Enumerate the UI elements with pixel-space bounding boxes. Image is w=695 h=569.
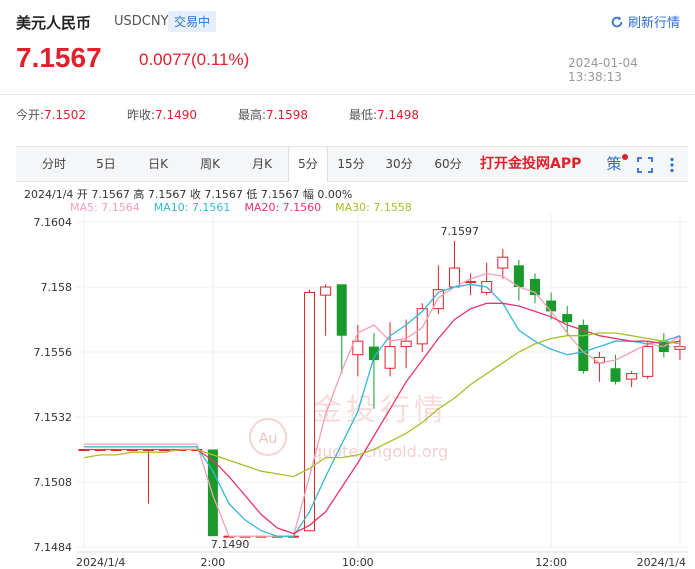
x-tick-label: 2024/1/4: [76, 556, 125, 569]
y-tick-label: 7.158: [41, 281, 73, 294]
candle-body: [562, 314, 573, 323]
candle-body: [513, 265, 524, 287]
candle-body: [448, 267, 460, 288]
candle-body: [400, 340, 412, 348]
candle-body: [384, 346, 396, 369]
y-tick-label: 7.1556: [34, 346, 73, 359]
kline-chart[interactable]: Au金投行情quote.cngold.org7.16047.1587.15567…: [0, 0, 695, 569]
min-price-label: 7.1490: [211, 538, 250, 551]
candle-body: [497, 256, 509, 269]
candle-body: [642, 346, 654, 377]
x-tick-label: 10:00: [342, 556, 374, 569]
candle-body: [546, 300, 557, 312]
candle-body: [610, 368, 621, 382]
y-tick-label: 7.1532: [34, 411, 73, 424]
y-tick-label: 7.1484: [34, 541, 73, 554]
candle-body: [320, 286, 332, 296]
x-tick-label: 2:00: [201, 556, 226, 569]
candle-body: [626, 373, 638, 380]
watermark-brand: 金投行情: [312, 393, 448, 428]
x-tick-label: 12:00: [535, 556, 567, 569]
y-tick-label: 7.1508: [34, 476, 73, 489]
candle-body: [304, 291, 316, 532]
x-tick-label: 2024/1/4: [637, 556, 686, 569]
candle-body: [336, 284, 347, 336]
max-price-label: 7.1597: [440, 225, 479, 238]
candle-body: [465, 281, 477, 284]
candle-body: [207, 449, 218, 537]
y-tick-label: 7.1604: [34, 216, 73, 229]
watermark-logo-text: Au: [259, 431, 277, 447]
candle-body: [352, 340, 364, 356]
